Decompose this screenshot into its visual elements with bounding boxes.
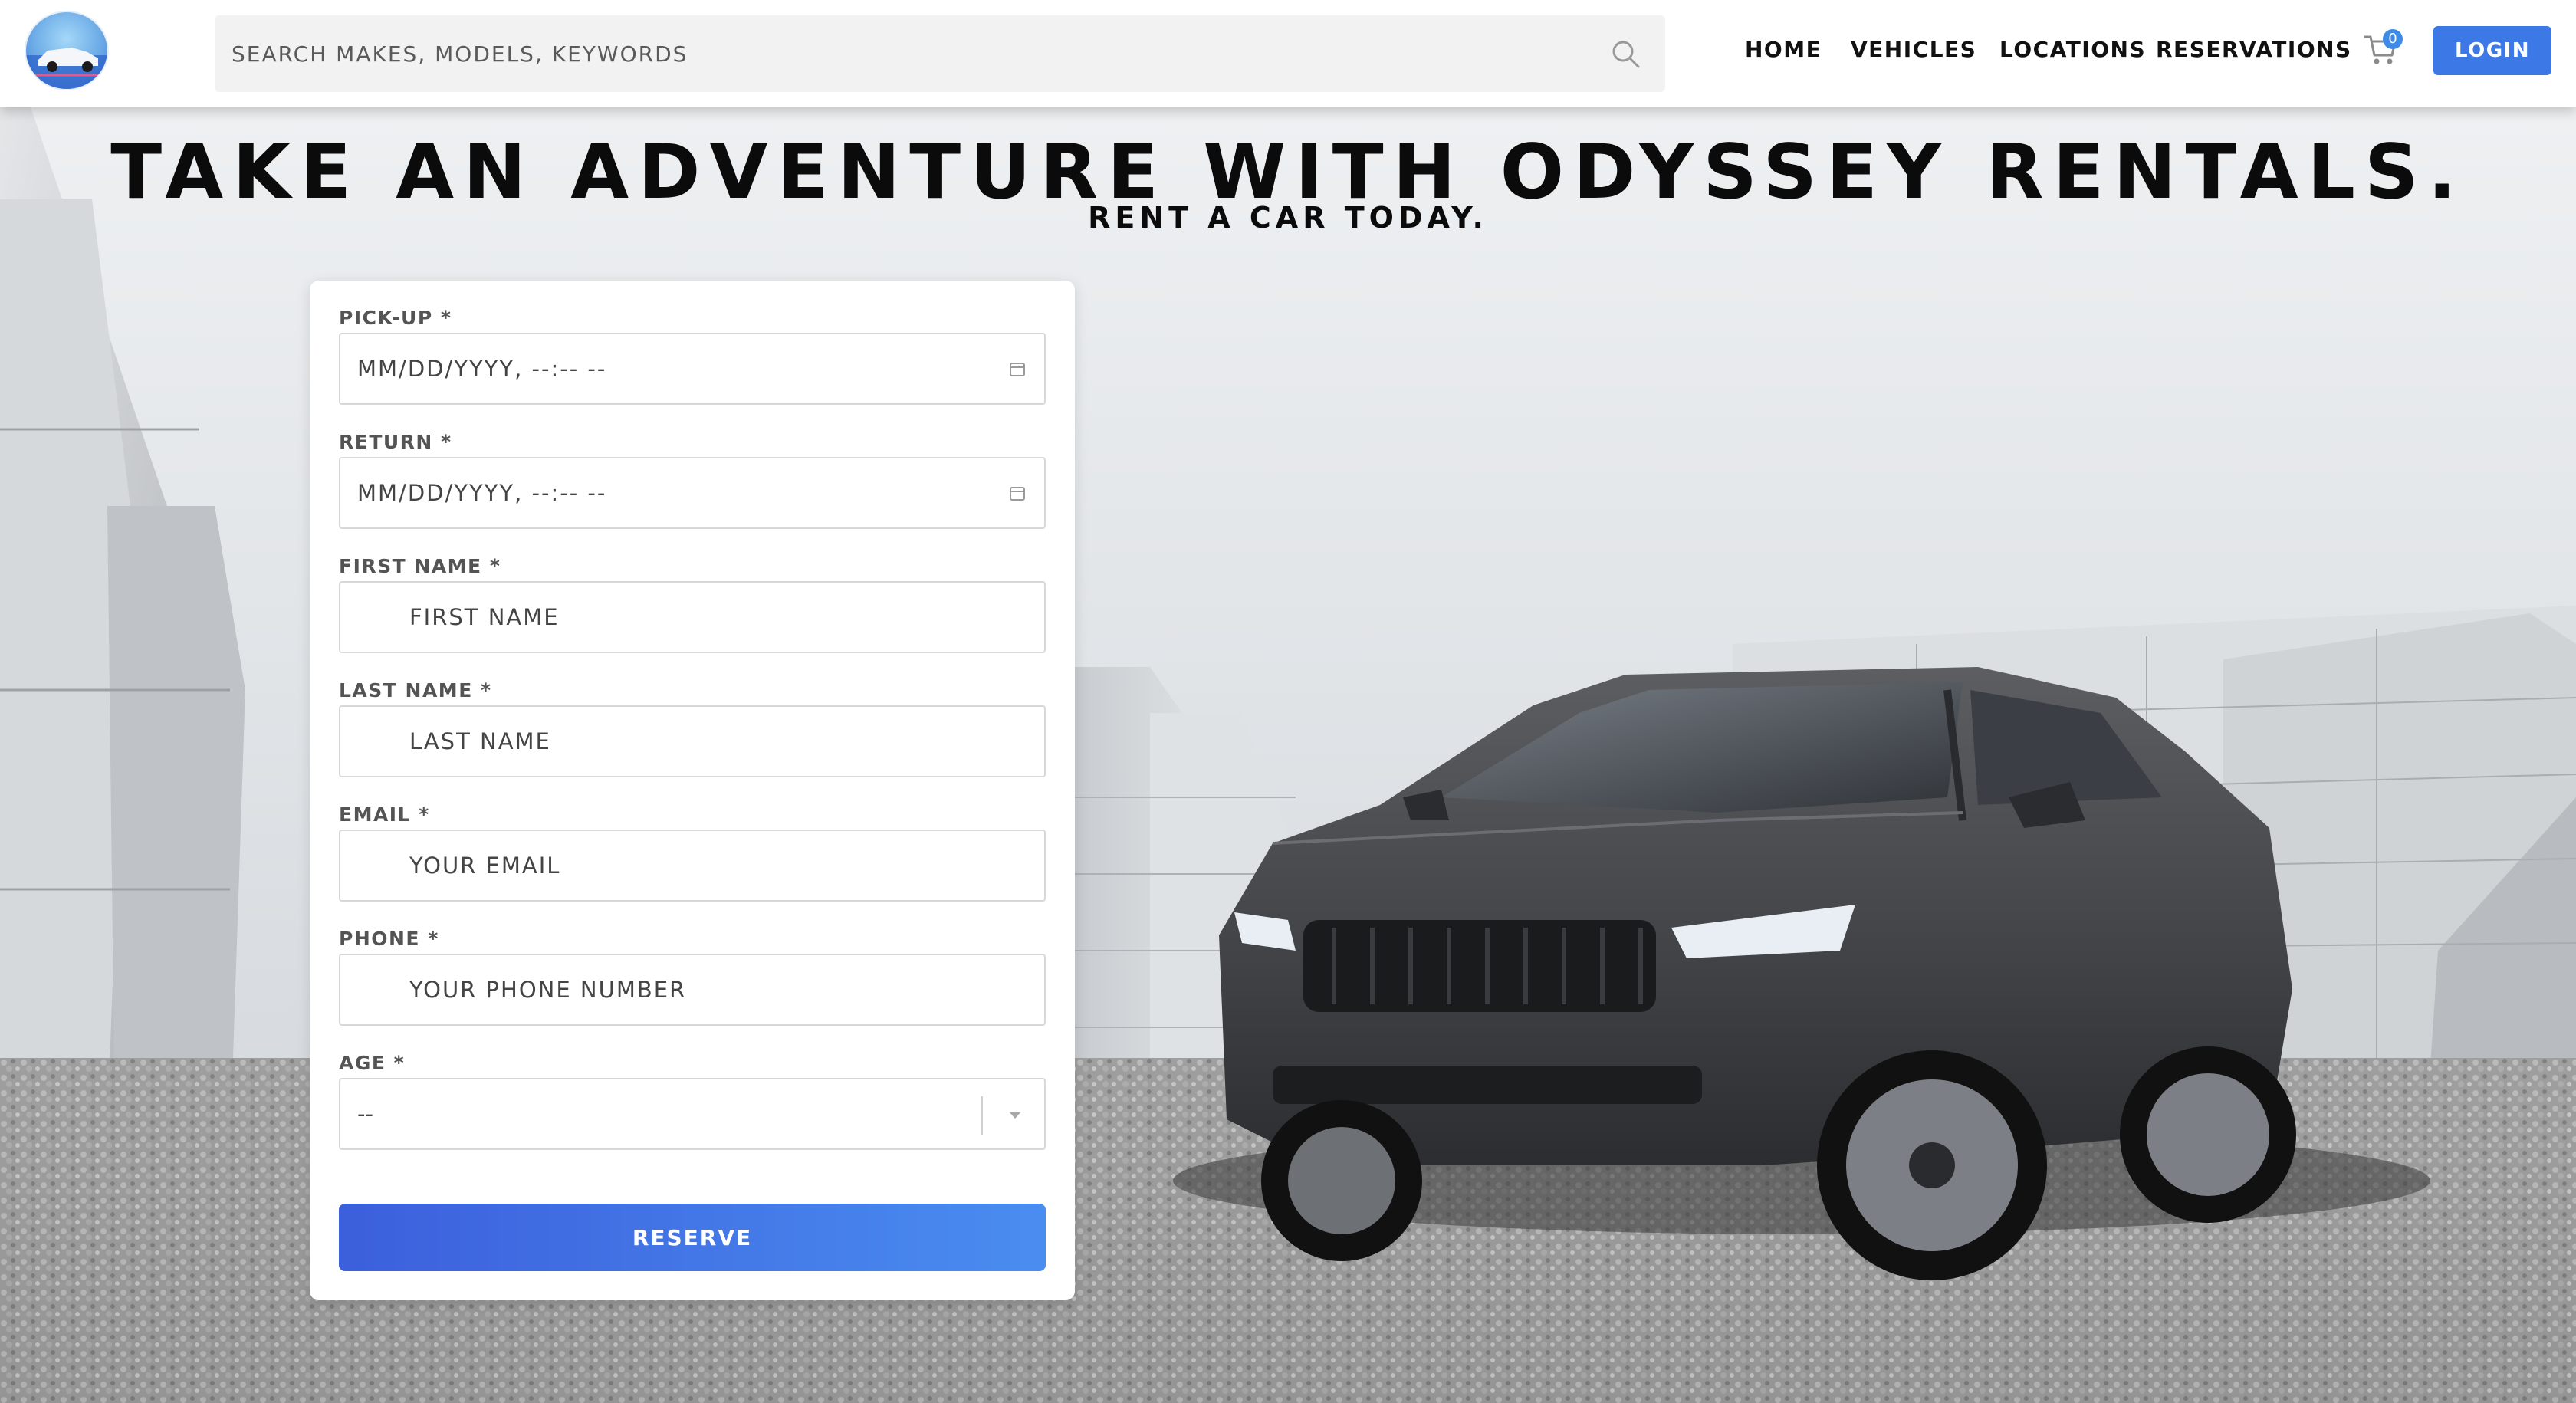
brand-logo[interactable] — [25, 11, 109, 90]
hero-subtitle: Rent a car today. — [1088, 201, 1488, 235]
reserve-button[interactable]: Reserve — [339, 1204, 1046, 1271]
pickup-field — [339, 333, 1046, 405]
chevron-down-icon[interactable] — [1004, 1107, 1026, 1122]
nav-locations[interactable]: Locations — [1999, 37, 2146, 62]
phone-field — [339, 954, 1046, 1026]
nav-reservations[interactable]: Reservations — [2156, 37, 2352, 62]
calendar-icon[interactable] — [1009, 360, 1026, 377]
login-button[interactable]: Login — [2433, 26, 2551, 75]
nav-vehicles[interactable]: Vehicles — [1851, 37, 1976, 62]
pickup-label: Pick-up * — [339, 307, 452, 329]
age-select[interactable]: -- — [339, 1078, 1046, 1150]
age-selected-value: -- — [357, 1101, 373, 1127]
last-name-field — [339, 705, 1046, 777]
return-datetime-input[interactable] — [340, 458, 1044, 527]
age-label: Age * — [339, 1052, 406, 1074]
return-label: Return * — [339, 431, 452, 453]
search-bar — [215, 15, 1665, 92]
first-name-label: First Name * — [339, 555, 501, 577]
calendar-icon[interactable] — [1009, 485, 1026, 501]
phone-label: Phone * — [339, 928, 439, 950]
email-input[interactable] — [340, 831, 1044, 900]
return-field — [339, 457, 1046, 529]
email-label: Email * — [339, 803, 430, 826]
select-divider — [981, 1096, 983, 1135]
first-name-input[interactable] — [340, 583, 1044, 652]
last-name-input[interactable] — [340, 707, 1044, 776]
first-name-field — [339, 581, 1046, 653]
reservation-form: Pick-up * Return * First Name * Last Nam… — [310, 281, 1075, 1300]
top-navbar: Home Vehicles Locations Reservations 0 L… — [0, 0, 2576, 107]
car-logo-icon — [26, 48, 107, 89]
search-icon[interactable] — [1610, 38, 1642, 71]
pickup-datetime-input[interactable] — [340, 334, 1044, 403]
email-field — [339, 830, 1046, 902]
last-name-label: Last Name * — [339, 679, 492, 702]
nav-home[interactable]: Home — [1745, 37, 1822, 62]
search-input[interactable] — [215, 15, 1665, 92]
phone-input[interactable] — [340, 955, 1044, 1024]
cart-count-badge: 0 — [2383, 29, 2403, 49]
